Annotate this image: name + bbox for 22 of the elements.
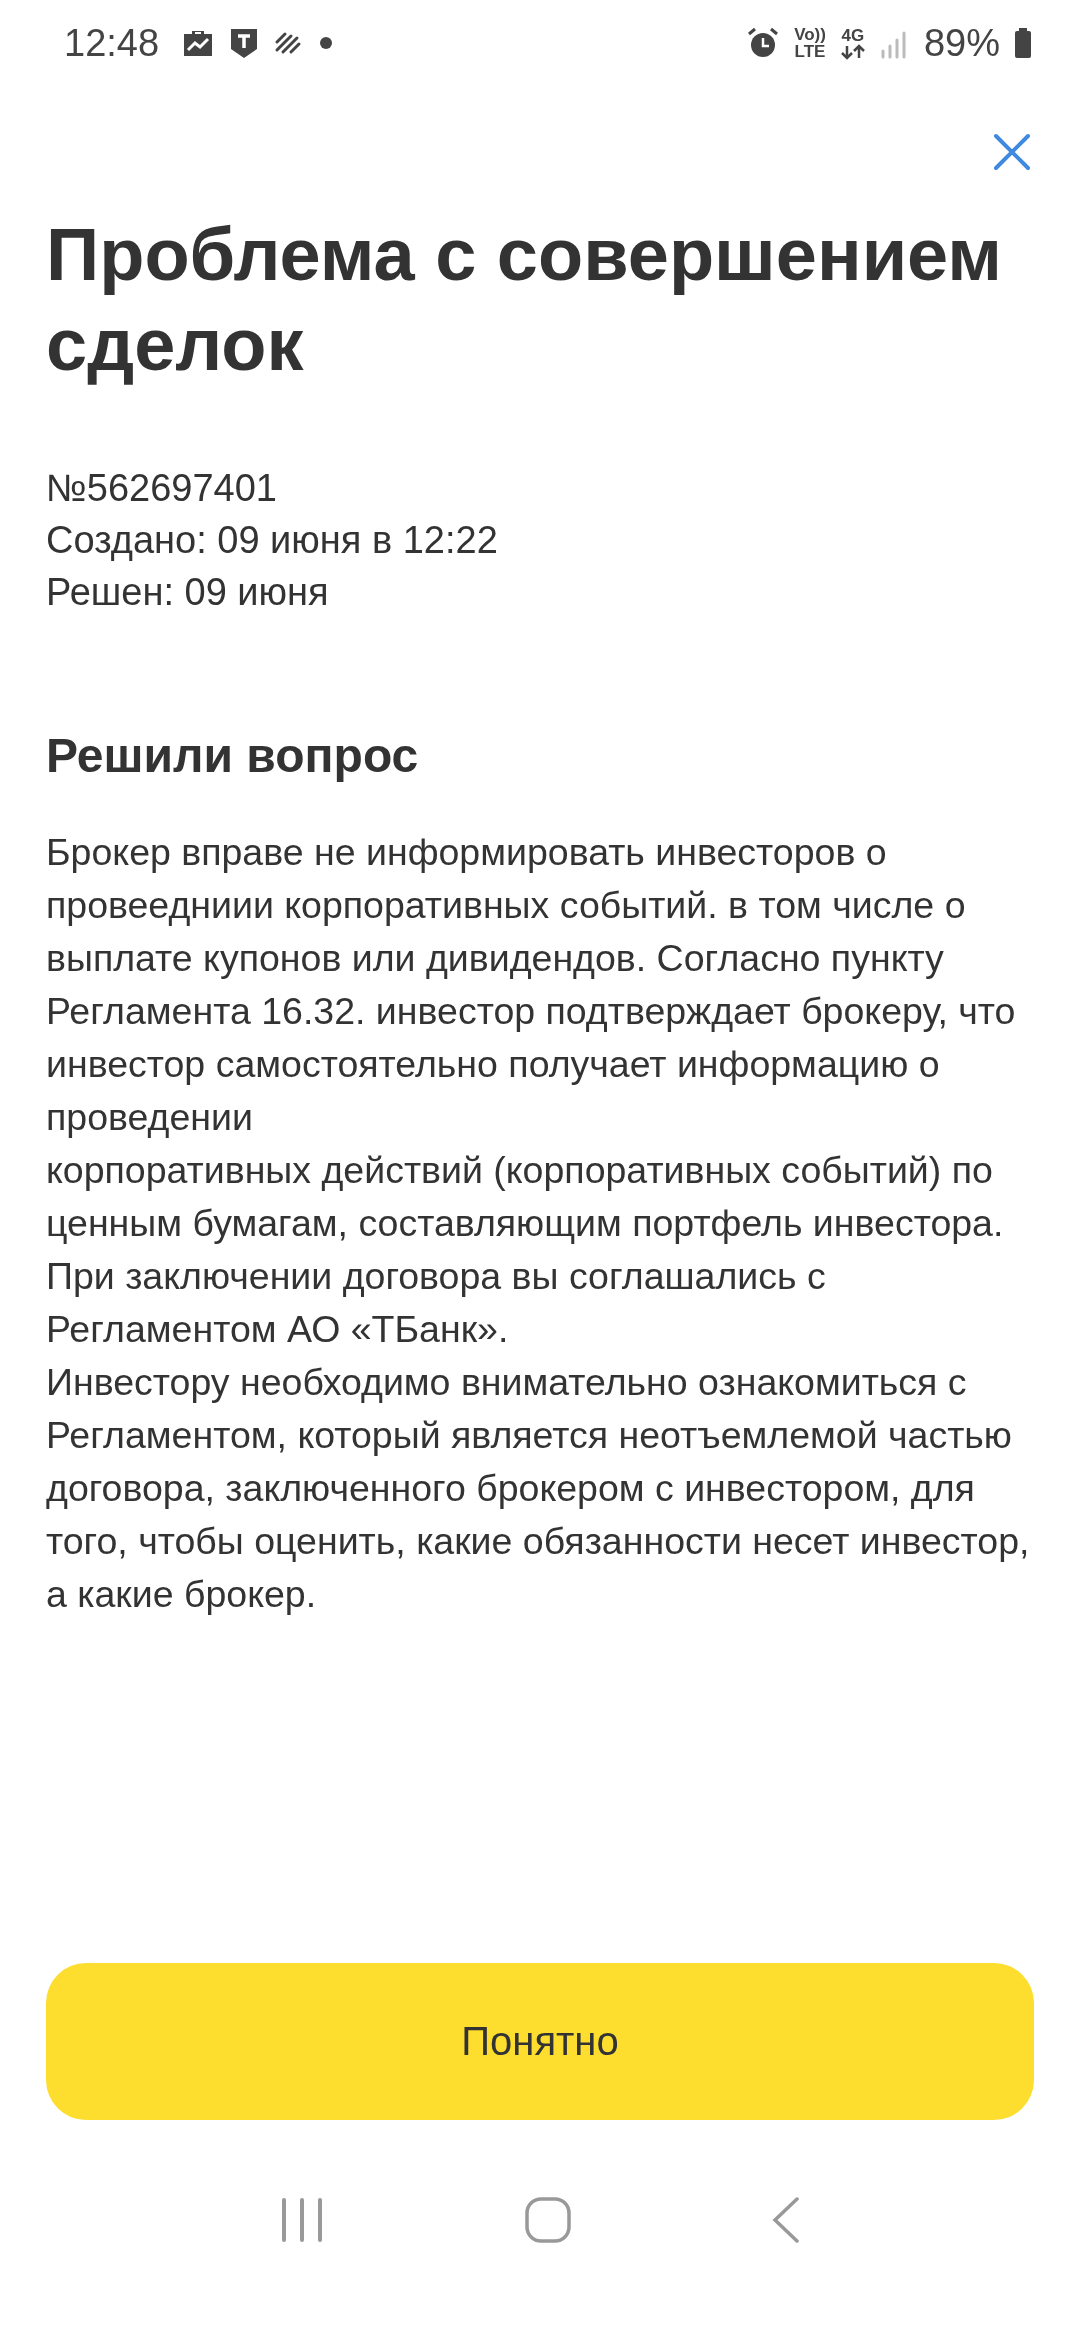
- data-arrows-icon: [839, 43, 866, 60]
- back-icon[interactable]: [771, 2197, 800, 2243]
- body-paragraph: корпоративных действий (корпоративных событий) по ценным бумагам, составляющим портфель инвестора.: [46, 1148, 1005, 1246]
- network-label: 4G: [841, 26, 865, 44]
- body-paragraph: Инвестору необходимо внимательно ознакомиться с Регламентом, который является неотъемлемой частью договора, заключенного брокером с инвестором, для того, чтобы оценить, какие обязанности несет инвестор, а какие брокер.: [46, 1360, 1031, 1617]
- battery-percent: 89%: [923, 21, 1000, 65]
- status-time: 12:48: [64, 21, 160, 65]
- volte-label: Vo)): [794, 26, 826, 43]
- home-icon[interactable]: [525, 2197, 571, 2243]
- section-title: Решили вопрос: [46, 728, 420, 784]
- alarm-icon: [746, 26, 781, 60]
- shield-icon: [229, 27, 260, 59]
- ok-button[interactable]: Понятно: [46, 1963, 1034, 2120]
- lte-label: LTE: [794, 43, 826, 60]
- ticket-detail: Создано: 09 июня в 12:22: [46, 518, 499, 563]
- page-title: Проблема с совершением сделок: [46, 212, 1004, 388]
- dot-icon: [319, 36, 334, 50]
- ticket-detail: Решен: 09 июня: [46, 570, 330, 615]
- body-paragraph: При заключении договора вы соглашались с Регламентом АО «ТБанк».: [46, 1254, 827, 1352]
- recent-apps-icon[interactable]: [280, 2198, 325, 2242]
- ticket-detail: №562697401: [46, 466, 278, 511]
- battery-icon: [1014, 28, 1032, 58]
